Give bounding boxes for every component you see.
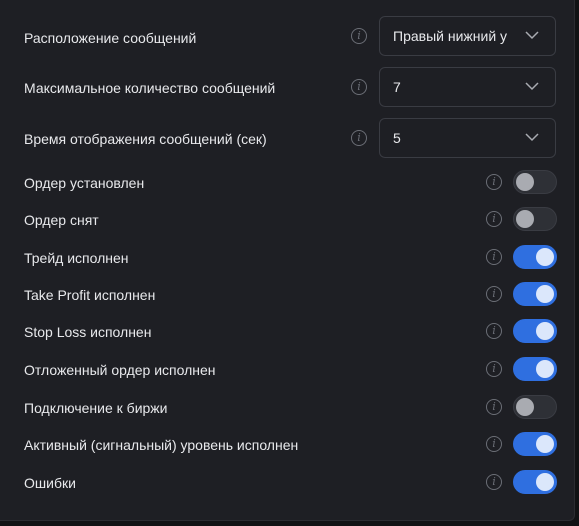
setting-row-display-time: Время отображения сообщений (сек) i 5	[0, 118, 574, 160]
toggle-take-profit[interactable]	[513, 282, 557, 306]
info-icon[interactable]: i	[486, 436, 502, 452]
info-icon[interactable]: i	[486, 361, 502, 377]
toggle-label-order-placed: Ордер установлен	[24, 175, 145, 191]
position-select-value: Правый нижний у	[393, 28, 508, 44]
toggle-label-trade-executed: Трейд исполнен	[24, 250, 129, 266]
max-count-select[interactable]: 7	[379, 67, 556, 107]
info-icon[interactable]: i	[486, 286, 502, 302]
setting-label-max-count: Максимальное количество сообщений	[24, 80, 276, 96]
toggle-label-errors: Ошибки	[24, 475, 76, 491]
toggle-label-stop-loss: Stop Loss исполнен	[24, 324, 152, 340]
toggle-label-signal-level: Активный (сигнальный) уровень исполнен	[24, 437, 299, 453]
toggle-knob	[516, 173, 534, 191]
info-icon[interactable]: i	[486, 474, 502, 490]
toggle-row-exchange-connection: Подключение к биржи i	[0, 395, 574, 419]
toggle-row-trade-executed: Трейд исполнен i	[0, 245, 574, 269]
info-icon[interactable]: i	[351, 130, 367, 146]
toggle-row-pending-order: Отложенный ордер исполнен i	[0, 357, 574, 381]
setting-label-position: Расположение сообщений	[24, 30, 197, 46]
max-count-select-value: 7	[393, 79, 401, 95]
toggle-row-order-cancelled: Ордер снят i	[0, 207, 574, 231]
toggle-trade-executed[interactable]	[513, 245, 557, 269]
toggle-row-errors: Ошибки i	[0, 470, 574, 494]
setting-row-max-count: Максимальное количество сообщений i 7	[0, 67, 574, 109]
toggle-row-order-placed: Ордер установлен i	[0, 170, 574, 194]
display-time-select-value: 5	[393, 130, 401, 146]
toggle-knob	[536, 322, 554, 340]
toggle-stop-loss[interactable]	[513, 319, 557, 343]
toggle-label-exchange-connection: Подключение к биржи	[24, 400, 168, 416]
toggle-label-order-cancelled: Ордер снят	[24, 212, 99, 228]
toggle-label-pending-order: Отложенный ордер исполнен	[24, 362, 216, 378]
toggle-knob	[516, 210, 534, 228]
position-select[interactable]: Правый нижний у	[379, 16, 556, 56]
notification-settings-panel: Расположение сообщений i Правый нижний у…	[0, 0, 575, 521]
toggle-exchange-connection[interactable]	[513, 395, 557, 419]
info-icon[interactable]: i	[486, 174, 502, 190]
toggle-knob	[536, 435, 554, 453]
toggle-row-signal-level: Активный (сигнальный) уровень исполнен i	[0, 432, 574, 456]
chevron-down-icon	[525, 82, 539, 91]
info-icon[interactable]: i	[486, 249, 502, 265]
toggle-pending-order[interactable]	[513, 357, 557, 381]
toggle-knob	[536, 285, 554, 303]
chevron-down-icon	[525, 133, 539, 142]
toggle-knob	[536, 473, 554, 491]
toggle-row-take-profit: Take Profit исполнен i	[0, 282, 574, 306]
toggle-knob	[536, 360, 554, 378]
info-icon[interactable]: i	[486, 399, 502, 415]
chevron-down-icon	[525, 31, 539, 40]
toggle-knob	[516, 398, 534, 416]
toggle-order-cancelled[interactable]	[513, 207, 557, 231]
toggle-label-take-profit: Take Profit исполнен	[24, 287, 156, 303]
toggle-knob	[536, 248, 554, 266]
toggle-row-stop-loss: Stop Loss исполнен i	[0, 319, 574, 343]
setting-label-display-time: Время отображения сообщений (сек)	[24, 131, 267, 147]
toggle-order-placed[interactable]	[513, 170, 557, 194]
toggle-errors[interactable]	[513, 470, 557, 494]
info-icon[interactable]: i	[351, 28, 367, 44]
display-time-select[interactable]: 5	[379, 118, 556, 158]
info-icon[interactable]: i	[486, 323, 502, 339]
info-icon[interactable]: i	[486, 211, 502, 227]
toggle-signal-level[interactable]	[513, 432, 557, 456]
info-icon[interactable]: i	[351, 79, 367, 95]
setting-row-position: Расположение сообщений i Правый нижний у	[0, 16, 574, 58]
